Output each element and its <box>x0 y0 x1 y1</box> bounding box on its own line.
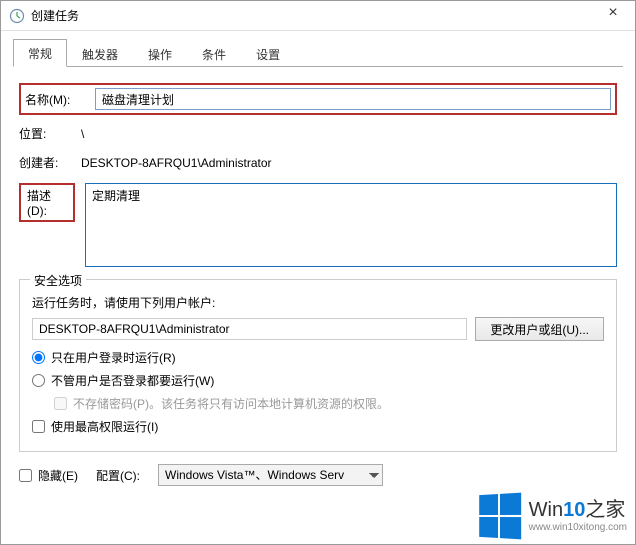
no-store-password: 不存储密码(P)。该任务将只有访问本地计算机资源的权限。 <box>54 395 604 412</box>
tab-label: 常规 <box>28 47 52 61</box>
change-user-button[interactable]: 更改用户或组(U)... <box>475 317 604 341</box>
hidden-task[interactable]: 隐藏(E) <box>19 467 78 484</box>
location-row: 位置: \ <box>19 125 617 142</box>
tab-actions[interactable]: 操作 <box>133 40 187 67</box>
tabstrip: 常规 触发器 操作 条件 设置 <box>13 39 623 67</box>
brand-url: www.win10xitong.com <box>529 523 627 533</box>
radio-logged-on[interactable]: 只在用户登录时运行(R) <box>32 349 604 366</box>
checkbox-label: 使用最高权限运行(I) <box>51 418 158 435</box>
tab-conditions[interactable]: 条件 <box>187 40 241 67</box>
highest-privileges[interactable]: 使用最高权限运行(I) <box>32 418 604 435</box>
highest-privileges-checkbox[interactable] <box>32 420 45 433</box>
tab-label: 条件 <box>202 48 226 62</box>
dialog-content: 常规 触发器 操作 条件 设置 名称(M): 位置: \ 创建者: DESKTO… <box>1 31 635 498</box>
watermark: Win10之家 www.win10xitong.com <box>477 494 627 538</box>
security-options: 安全选项 运行任务时，请使用下列用户帐户: DESKTOP-8AFRQU1\Ad… <box>19 279 617 452</box>
config-select[interactable]: Windows Vista™、Windows Serv <box>158 464 383 486</box>
description-input[interactable] <box>85 183 617 267</box>
create-task-dialog: 创建任务 × 常规 触发器 操作 条件 设置 名称(M): 位置: \ 创建者:… <box>0 0 636 545</box>
security-legend: 安全选项 <box>30 272 86 289</box>
task-icon <box>9 8 25 24</box>
brand-suffix: 之家 <box>585 499 625 521</box>
account-display: DESKTOP-8AFRQU1\Administrator <box>32 318 467 340</box>
radio-logged-on-input[interactable] <box>32 351 45 364</box>
watermark-text: Win10之家 www.win10xitong.com <box>529 500 627 533</box>
location-label: 位置: <box>19 125 81 142</box>
name-label: 名称(M): <box>25 91 85 108</box>
tab-triggers[interactable]: 触发器 <box>67 40 133 67</box>
tab-label: 设置 <box>256 48 280 62</box>
checkbox-label: 隐藏(E) <box>38 467 78 484</box>
security-prompt: 运行任务时，请使用下列用户帐户: <box>32 294 604 311</box>
bottom-row: 隐藏(E) 配置(C): Windows Vista™、Windows Serv <box>19 464 617 486</box>
radio-label: 不管用户是否登录都要运行(W) <box>51 372 214 389</box>
description-label: 描述(D): <box>27 189 51 218</box>
creator-row: 创建者: DESKTOP-8AFRQU1\Administrator <box>19 154 617 171</box>
location-value: \ <box>81 127 84 141</box>
radio-any-user[interactable]: 不管用户是否登录都要运行(W) <box>32 372 604 389</box>
radio-any-input[interactable] <box>32 374 45 387</box>
creator-value: DESKTOP-8AFRQU1\Administrator <box>81 156 272 170</box>
brand-num: 10 <box>563 499 585 521</box>
close-button[interactable]: × <box>593 0 633 27</box>
brand-prefix: Win <box>529 499 563 521</box>
windows-logo-icon <box>479 493 521 540</box>
description-row: 描述(D): <box>19 183 617 267</box>
name-input[interactable] <box>95 88 611 110</box>
radio-label: 只在用户登录时运行(R) <box>51 349 176 366</box>
tab-label: 操作 <box>148 48 172 62</box>
tab-label: 触发器 <box>82 48 118 62</box>
config-label: 配置(C): <box>96 467 140 484</box>
creator-label: 创建者: <box>19 154 81 171</box>
titlebar[interactable]: 创建任务 × <box>1 1 635 31</box>
account-row: DESKTOP-8AFRQU1\Administrator 更改用户或组(U).… <box>32 317 604 341</box>
tab-settings[interactable]: 设置 <box>241 40 295 67</box>
close-icon: × <box>608 4 617 22</box>
button-label: 更改用户或组(U)... <box>490 323 589 337</box>
no-store-password-checkbox <box>54 397 67 410</box>
checkbox-label: 不存储密码(P)。该任务将只有访问本地计算机资源的权限。 <box>73 395 389 412</box>
hidden-checkbox[interactable] <box>19 469 32 482</box>
tab-general[interactable]: 常规 <box>13 39 67 67</box>
description-highlight: 描述(D): <box>19 183 75 222</box>
window-title: 创建任务 <box>31 7 593 24</box>
name-highlight: 名称(M): <box>19 83 617 115</box>
